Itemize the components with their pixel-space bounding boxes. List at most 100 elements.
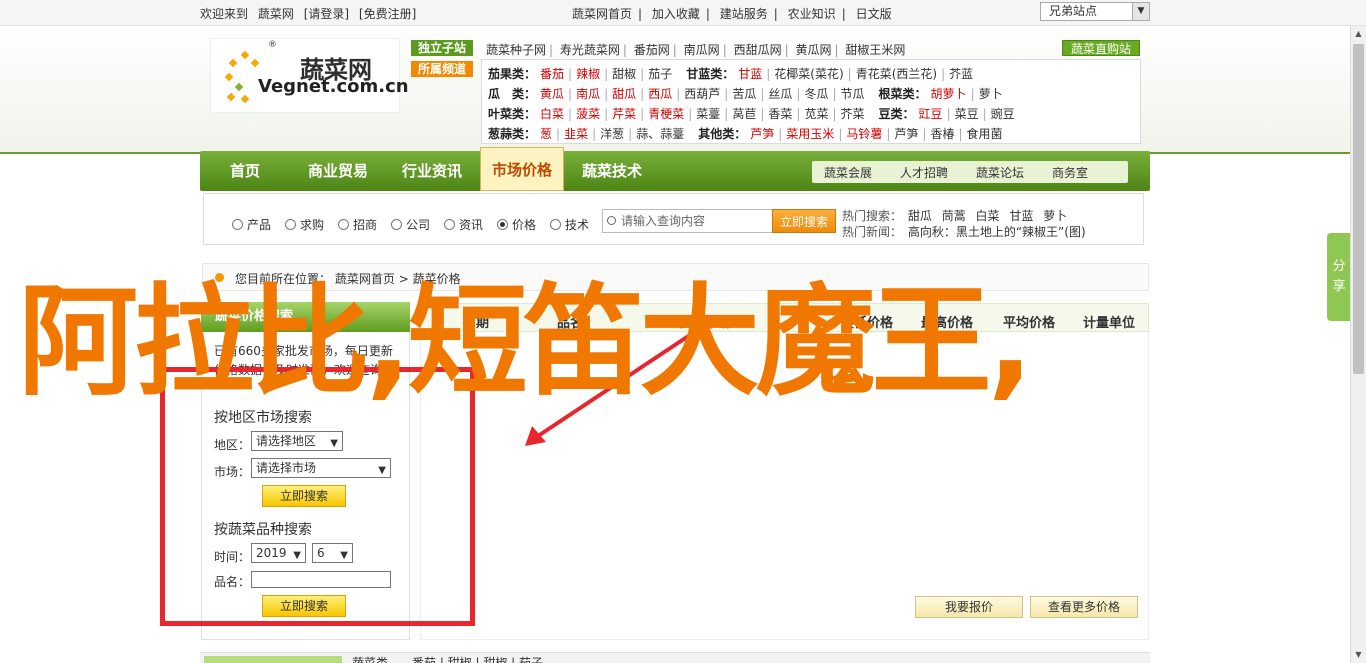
category-link[interactable]: 西瓜 [648,87,672,101]
subnav-forum[interactable]: 蔬菜论坛 [976,164,1024,181]
agri-knowledge-link[interactable]: 农业知识 [788,7,836,21]
category-link[interactable]: 菜豆 [955,107,979,121]
login-link[interactable]: [请登录] [304,7,349,21]
subnav-business[interactable]: 商务室 [1052,164,1088,181]
sub-site-links: 蔬菜种子网 | 寿光蔬菜网 | 番茄网 | 南瓜网 | 西甜瓜网 | 黄瓜网 | 甜椒王米网 [486,43,906,57]
separator: | [778,127,783,141]
category-link[interactable]: 冬瓜 [804,87,828,101]
site-home-link[interactable]: 蔬菜网 [258,7,294,21]
register-link[interactable]: [免费注册] [359,7,416,21]
site-build-link[interactable]: 建站服务 [720,7,768,21]
category-link[interactable]: 西葫芦 [684,87,720,101]
hot-search-item[interactable]: 甜瓜 [908,209,932,223]
radio-icon [550,219,561,230]
category-link[interactable]: 芥蓝 [949,67,973,81]
category-link[interactable]: 茄子 [648,67,672,81]
separator: | [705,7,710,21]
subnav-expo[interactable]: 蔬菜会展 [824,164,872,181]
category-link[interactable]: 马铃薯 [846,127,882,141]
category-link[interactable]: 香椿 [930,127,954,141]
category-link[interactable]: 芹菜 [612,107,636,121]
hot-news-link[interactable]: 高向秋：黑土地上的“辣椒王”(图) [908,225,1086,239]
category-heading: 茄果类： [488,67,537,81]
radio-label: 价格 [512,218,537,232]
separator: | [556,127,561,141]
more-prices-button[interactable]: 查看更多价格 [1030,596,1138,618]
category-link[interactable]: 豌豆 [991,107,1015,121]
category-link[interactable]: 甘蓝 [738,67,762,81]
hot-search-item[interactable]: 白菜 [976,209,1000,223]
category-link[interactable]: 辣椒 [576,67,600,81]
sub-site-link[interactable]: 西甜瓜网 [734,43,782,57]
category-link[interactable]: 苋菜 [804,107,828,121]
category-link[interactable]: 菜用玉米 [786,127,834,141]
sister-sites-select[interactable]: 兄弟站点 ▼ [1040,2,1150,21]
category-link[interactable]: 香菜 [768,107,792,121]
category-link[interactable]: 芥菜 [841,107,865,121]
sub-site-link[interactable]: 甜椒王米网 [845,43,905,57]
bookmark-link[interactable]: 加入收藏 [652,7,700,21]
category-link[interactable]: 萝卜 [979,87,1003,101]
radio-company[interactable]: 公司 [391,216,430,233]
radio-tech[interactable]: 技术 [550,216,589,233]
nav-tech[interactable]: 蔬菜技术 [566,151,658,191]
sub-site-link[interactable]: 番茄网 [634,43,670,57]
category-link[interactable]: 韭菜 [564,127,588,141]
scroll-up-icon[interactable]: ▲ [1351,26,1366,42]
category-link[interactable]: 蒜、蒜薹 [636,127,684,141]
category-link[interactable]: 食用菌 [967,127,1003,141]
scroll-down-icon[interactable]: ▼ [1351,647,1366,663]
category-link[interactable]: 花椰菜(菜花) [774,67,843,81]
category-link[interactable]: 胡萝卜 [931,87,967,101]
nav-market-price[interactable]: 市场价格 [480,147,564,191]
sub-site-link[interactable]: 南瓜网 [684,43,720,57]
radio-invest[interactable]: 招商 [338,216,377,233]
hot-news: 热门新闻： 高向秋：黑土地上的“辣椒王”(图) [842,223,1092,240]
category-link[interactable]: 南瓜 [576,87,600,101]
search-button[interactable]: 立即搜索 [772,209,836,233]
share-tab[interactable]: 分享 [1327,233,1351,321]
category-link[interactable]: 洋葱 [600,127,624,141]
category-link[interactable]: 菜薹 [696,107,720,121]
category-link[interactable]: 黄瓜 [540,87,564,101]
category-link[interactable]: 菠菜 [576,107,600,121]
hot-search-item[interactable]: 萝卜 [1043,209,1067,223]
category-link[interactable]: 青花菜(西兰花) [856,67,937,81]
category-link[interactable]: 莴苣 [732,107,756,121]
category-link[interactable]: 豇豆 [919,107,943,121]
search-input[interactable]: 请输入查询内容 [602,209,774,233]
category-link[interactable]: 芦笋 [750,127,774,141]
category-link[interactable]: 芦笋 [894,127,918,141]
category-link[interactable]: 青梗菜 [648,107,684,121]
separator: | [676,87,681,101]
subnav-jobs[interactable]: 人才招聘 [900,164,948,181]
radio-buy[interactable]: 求购 [285,216,324,233]
category-link[interactable]: 丝瓜 [768,87,792,101]
nav-trade[interactable]: 商业贸易 [292,151,384,191]
category-link[interactable]: 白菜 [540,107,564,121]
hot-search-item[interactable]: 甘蓝 [1009,209,1033,223]
category-link[interactable]: 番茄 [540,67,564,81]
japanese-link[interactable]: 日文版 [856,7,892,21]
scrollbar-thumb[interactable] [1353,44,1364,374]
direct-buy-button[interactable]: 蔬菜直购站 [1062,40,1140,56]
category-link[interactable]: 甜瓜 [612,87,636,101]
welcome-links: 欢迎来到 蔬菜网 [请登录] [免费注册] [200,5,422,22]
category-link[interactable]: 葱 [540,127,552,141]
vertical-scrollbar[interactable]: ▲ ▼ [1350,26,1366,663]
nav-news[interactable]: 行业资讯 [386,151,478,191]
sub-site-link[interactable]: 蔬菜种子网 [486,43,546,57]
report-price-button[interactable]: 我要报价 [915,596,1023,618]
radio-price[interactable]: 价格 [497,216,536,233]
radio-product[interactable]: 产品 [232,216,271,233]
radio-news[interactable]: 资讯 [444,216,483,233]
sub-site-link[interactable]: 黄瓜网 [795,43,831,57]
nav-home[interactable]: 首页 [200,151,290,191]
separator: | [592,127,597,141]
category-link[interactable]: 甜椒 [612,67,636,81]
hot-search-item[interactable]: 茼蒿 [942,209,966,223]
homepage-link[interactable]: 蔬菜网首页 [572,7,632,21]
category-link[interactable]: 节瓜 [841,87,865,101]
category-link[interactable]: 苦瓜 [732,87,756,101]
sub-site-link[interactable]: 寿光蔬菜网 [560,43,620,57]
